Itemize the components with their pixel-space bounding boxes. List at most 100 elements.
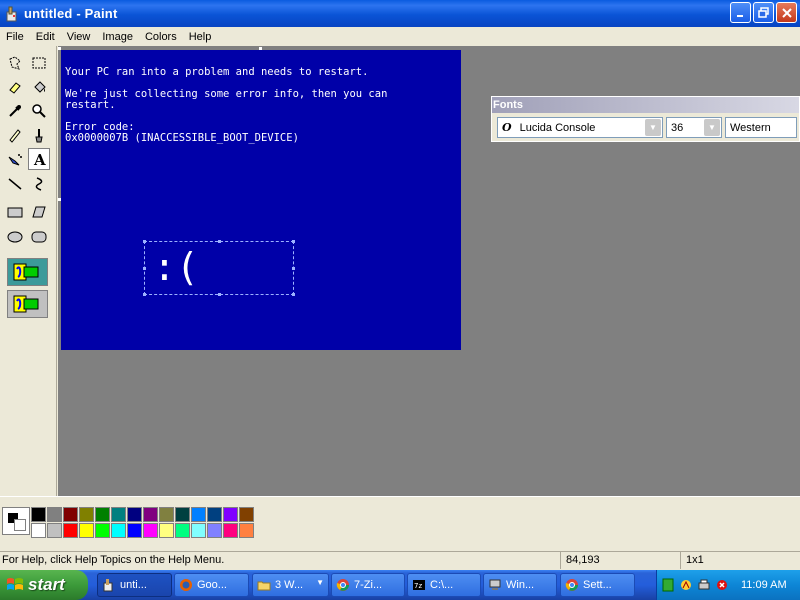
menu-image[interactable]: Image [96, 31, 139, 43]
brush-tool[interactable] [28, 124, 50, 146]
text-transparent-option[interactable] [7, 290, 48, 318]
rectangle-tool[interactable] [4, 201, 26, 223]
pick-color-tool[interactable] [4, 100, 26, 122]
rounded-rect-tool[interactable] [28, 226, 50, 248]
close-icon [781, 7, 792, 18]
resize-handle[interactable] [218, 293, 221, 296]
color-swatch[interactable] [95, 523, 110, 538]
color-swatch[interactable] [239, 523, 254, 538]
resize-handle[interactable] [218, 240, 221, 243]
tray-printer-icon[interactable] [697, 578, 711, 592]
color-swatch[interactable] [47, 507, 62, 522]
fonts-toolbar: Fonts O Lucida Console ▼ 36 ▼ Western [491, 96, 800, 142]
tray-network-icon[interactable] [679, 578, 693, 592]
chevron-down-icon[interactable]: ▼ [704, 119, 720, 136]
color-swatch[interactable] [79, 523, 94, 538]
firefox-icon [179, 578, 193, 592]
menu-file[interactable]: File [0, 31, 30, 43]
resize-handle[interactable] [143, 267, 146, 270]
airbrush-tool[interactable] [4, 148, 26, 170]
taskbar-item-windows[interactable]: Win... [483, 573, 557, 597]
tray-security-icon[interactable] [715, 578, 729, 592]
select-tool[interactable] [28, 52, 50, 74]
resize-handle[interactable] [143, 240, 146, 243]
menu-colors[interactable]: Colors [139, 31, 183, 43]
drawing-canvas[interactable]: Your PC ran into a problem and needs to … [58, 47, 461, 350]
color-swatch[interactable] [111, 523, 126, 538]
minimize-button[interactable] [730, 2, 751, 23]
paint-bucket-icon [34, 81, 46, 93]
chevron-down-icon[interactable]: ▼ [645, 119, 661, 136]
menu-view[interactable]: View [61, 31, 97, 43]
canvas-resize-handle[interactable] [58, 198, 61, 201]
current-colors[interactable] [2, 507, 30, 535]
curve-tool[interactable] [28, 173, 50, 195]
maximize-button[interactable] [753, 2, 774, 23]
color-swatch[interactable] [63, 523, 78, 538]
close-button[interactable] [776, 2, 797, 23]
polygon-tool[interactable] [28, 201, 50, 223]
taskbar-item-label: 3 W... [275, 579, 304, 591]
color-swatch[interactable] [223, 507, 238, 522]
taskbar-item-explorer-group[interactable]: 3 W... ▼ [252, 573, 329, 597]
line-tool[interactable] [4, 173, 26, 195]
tray-app-icon[interactable] [661, 578, 675, 592]
color-swatch[interactable] [223, 523, 238, 538]
taskbar-item-paint[interactable]: unti... [97, 573, 172, 597]
airbrush-icon [8, 154, 22, 166]
selection-size: 1x1 [680, 552, 800, 569]
text-edit-box[interactable]: :( [143, 240, 295, 296]
font-script-select[interactable]: Western [725, 117, 797, 138]
color-swatch[interactable] [95, 507, 110, 522]
color-swatch[interactable] [191, 523, 206, 538]
menu-edit[interactable]: Edit [30, 31, 61, 43]
color-swatch[interactable] [111, 507, 126, 522]
resize-handle[interactable] [292, 267, 295, 270]
font-size-select[interactable]: 36 ▼ [666, 117, 722, 138]
taskbar-item-7zip[interactable]: 7z C:\... [407, 573, 481, 597]
sad-face-text: :( [153, 245, 199, 289]
menu-help[interactable]: Help [183, 31, 218, 43]
eraser-icon [9, 82, 21, 94]
color-swatch[interactable] [79, 507, 94, 522]
color-swatch[interactable] [175, 523, 190, 538]
free-form-select-tool[interactable] [4, 52, 26, 74]
color-swatch[interactable] [143, 507, 158, 522]
eraser-tool[interactable] [4, 76, 26, 98]
magnifier-tool[interactable] [28, 100, 50, 122]
color-swatch[interactable] [191, 507, 206, 522]
rounded-rectangle-icon [31, 231, 47, 243]
color-swatch[interactable] [127, 507, 142, 522]
rect-select-icon [32, 57, 46, 69]
color-swatch[interactable] [159, 523, 174, 538]
color-swatch[interactable] [175, 507, 190, 522]
7zip-icon: 7z [412, 578, 426, 592]
text-opaque-option[interactable] [7, 258, 48, 286]
color-swatch[interactable] [207, 523, 222, 538]
start-button[interactable]: start [0, 570, 88, 600]
color-swatch[interactable] [159, 507, 174, 522]
start-label: start [28, 575, 65, 594]
fill-tool[interactable] [28, 76, 50, 98]
font-name-select[interactable]: O Lucida Console ▼ [497, 117, 663, 138]
color-swatch[interactable] [207, 507, 222, 522]
color-swatch[interactable] [239, 507, 254, 522]
text-tool[interactable]: A [28, 148, 50, 170]
resize-handle[interactable] [292, 293, 295, 296]
color-swatch[interactable] [31, 507, 46, 522]
color-swatch[interactable] [63, 507, 78, 522]
color-swatch[interactable] [143, 523, 158, 538]
resize-handle[interactable] [292, 240, 295, 243]
canvas-resize-handle[interactable] [58, 47, 61, 50]
pencil-tool[interactable] [4, 124, 26, 146]
color-swatch[interactable] [31, 523, 46, 538]
taskbar-item-chrome[interactable]: 7-Zi... [331, 573, 405, 597]
color-swatch[interactable] [127, 523, 142, 538]
color-swatch[interactable] [47, 523, 62, 538]
taskbar-item-settings[interactable]: Sett... [560, 573, 635, 597]
canvas-resize-handle[interactable] [259, 47, 262, 50]
resize-handle[interactable] [143, 293, 146, 296]
ellipse-tool[interactable] [4, 226, 26, 248]
taskbar-item-firefox[interactable]: Goo... [174, 573, 249, 597]
canvas-text-line-1: Your PC ran into a problem and needs to … [65, 66, 369, 78]
